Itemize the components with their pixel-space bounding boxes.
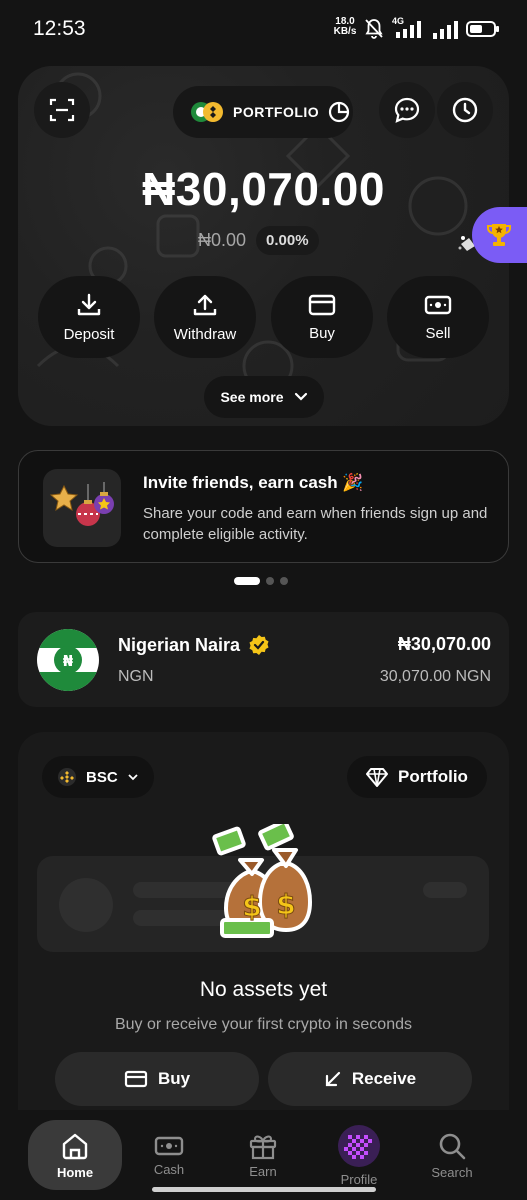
nav-cash-label: Cash xyxy=(153,1161,185,1177)
change-amount: ₦0.00 xyxy=(198,230,247,250)
signal-icon xyxy=(433,21,458,39)
cash-icon xyxy=(424,295,452,314)
placeholder-avatar xyxy=(59,878,113,932)
portfolio-button-label: Portfolio xyxy=(398,767,468,786)
withdraw-label: Withdraw xyxy=(173,325,237,343)
diamond-icon xyxy=(366,768,389,787)
history-button[interactable] xyxy=(437,82,493,138)
cash-icon xyxy=(154,1136,184,1155)
trophy-icon xyxy=(487,224,511,246)
token-stack-icon xyxy=(191,102,223,122)
bnb-icon xyxy=(58,768,76,786)
pie-chart-icon xyxy=(329,101,350,123)
search-icon xyxy=(439,1133,466,1159)
receive-label: Receive xyxy=(351,1069,417,1088)
chat-bubble-icon xyxy=(394,97,420,123)
empty-state-description: Buy or receive your first crypto in seco… xyxy=(114,1016,412,1033)
nav-home[interactable]: Home xyxy=(28,1120,122,1190)
change-percent-badge: 0.00% xyxy=(256,226,319,255)
sell-label: Sell xyxy=(425,324,451,342)
placeholder-line xyxy=(423,882,467,898)
portfolio-switcher[interactable]: PORTFOLIO xyxy=(173,86,353,138)
currency-sub-amount: 30,070.00 NGN xyxy=(379,668,491,685)
chevron-down-icon xyxy=(294,392,307,401)
carousel-dot[interactable] xyxy=(266,577,274,585)
assets-buy-label: Buy xyxy=(157,1069,191,1088)
carousel-dot[interactable] xyxy=(280,577,288,585)
home-icon xyxy=(62,1133,88,1159)
card-icon xyxy=(308,294,336,315)
deposit-label: Deposit xyxy=(63,325,115,343)
chain-label: BSC xyxy=(86,768,118,786)
network-speed-unit: KB/s xyxy=(333,26,357,37)
arrow-down-left-icon xyxy=(325,1071,340,1087)
home-indicator xyxy=(152,1187,376,1192)
naira-symbol: ₦ xyxy=(63,652,74,670)
withdraw-button[interactable]: Withdraw xyxy=(154,276,256,358)
upload-icon xyxy=(193,294,217,315)
invite-banner[interactable]: Invite friends, earn cash 🎉 Share your c… xyxy=(18,450,509,563)
status-icons: 4G xyxy=(364,16,500,40)
download-icon xyxy=(77,293,101,315)
currency-name-row: Nigerian Naira xyxy=(118,634,270,656)
portfolio-button[interactable]: Portfolio xyxy=(347,756,487,798)
currency-row-ngn[interactable]: ₦ Nigerian Naira NGN ₦30,070.00 30,070.0… xyxy=(18,612,509,707)
network-speed: 18.0 KB/s xyxy=(333,17,357,37)
gift-icon xyxy=(249,1135,277,1159)
nav-earn[interactable]: Earn xyxy=(216,1120,310,1190)
svg-text:$: $ xyxy=(276,888,295,921)
invite-thumbnail xyxy=(43,469,121,547)
nav-profile-label: Profile xyxy=(340,1171,378,1187)
nav-search[interactable]: Search xyxy=(405,1120,499,1190)
currency-amount: ₦30,070.00 xyxy=(397,634,491,654)
scan-icon xyxy=(49,98,75,122)
portfolio-card: PORTFOLIO ₦30,070.00 ₦0.00 0.00% Deposit… xyxy=(18,66,509,426)
assets-buy-button[interactable]: Buy xyxy=(55,1052,259,1106)
avatar-icon xyxy=(338,1124,380,1167)
empty-state-title: No assets yet xyxy=(199,978,328,1001)
status-bar: 12:53 18.0 KB/s 4G xyxy=(0,0,527,60)
portfolio-label: PORTFOLIO xyxy=(233,104,320,120)
nav-cash[interactable]: Cash xyxy=(122,1120,216,1190)
chat-button[interactable] xyxy=(379,82,435,138)
nav-search-label: Search xyxy=(431,1164,473,1180)
nav-profile[interactable]: Profile xyxy=(312,1120,406,1190)
see-more-label: See more xyxy=(220,389,284,405)
signal-4g-icon: 4G xyxy=(392,16,424,40)
ornaments-icon xyxy=(50,482,114,526)
receive-button[interactable]: Receive xyxy=(268,1052,472,1106)
battery-icon xyxy=(466,21,499,37)
invite-title: Invite friends, earn cash 🎉 xyxy=(143,473,364,492)
chevron-down-icon xyxy=(128,774,138,781)
nav-earn-label: Earn xyxy=(249,1163,277,1179)
clock-icon xyxy=(452,97,478,123)
balance-change: ₦0.00 0.00% xyxy=(198,226,319,255)
invite-description: Share your code and earn when friends si… xyxy=(143,505,488,543)
naira-flag-icon: ₦ xyxy=(37,629,99,691)
rewards-button[interactable] xyxy=(472,207,527,263)
total-balance: ₦30,070.00 xyxy=(142,163,385,215)
chain-selector[interactable]: BSC xyxy=(42,756,154,798)
deposit-button[interactable]: Deposit xyxy=(38,276,140,358)
currency-name: Nigerian Naira xyxy=(118,634,241,655)
buy-label: Buy xyxy=(309,324,335,342)
scan-button[interactable] xyxy=(34,82,90,138)
sell-button[interactable]: Sell xyxy=(387,276,489,358)
assets-card: BSC Portfolio $ $ No assets yet Buy or r… xyxy=(18,732,509,1152)
currency-code: NGN xyxy=(118,668,154,685)
bell-muted-icon xyxy=(365,19,383,39)
buy-button[interactable]: Buy xyxy=(271,276,373,358)
carousel-indicator xyxy=(234,577,288,585)
svg-text:$: $ xyxy=(242,890,261,923)
money-bags-illustration: $ $ xyxy=(212,824,312,938)
verified-badge-icon xyxy=(249,635,269,655)
carousel-dot-active[interactable] xyxy=(234,577,260,585)
card-icon xyxy=(124,1070,148,1088)
status-time: 12:53 xyxy=(33,17,86,40)
see-more-button[interactable]: See more xyxy=(204,376,324,418)
nav-home-label: Home xyxy=(56,1164,94,1180)
